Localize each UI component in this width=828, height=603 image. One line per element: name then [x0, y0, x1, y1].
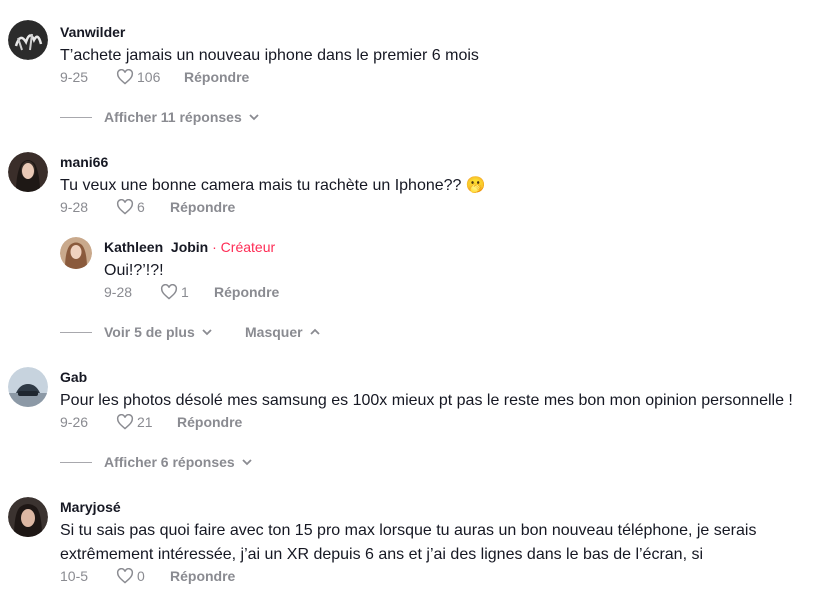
comment-text-line-2: extrêmement intéressée, j’ai un XR depui… [60, 546, 704, 563]
comment-date: 10-5 [60, 568, 89, 584]
thread-divider [60, 332, 92, 333]
thread-divider [60, 462, 92, 463]
like-count: 1 [181, 284, 189, 300]
avatar[interactable] [8, 497, 48, 537]
creator-badge: · Créateur [208, 239, 276, 255]
avatar[interactable] [8, 152, 48, 192]
hide-replies-button[interactable]: Masquer [245, 324, 321, 340]
reply-button[interactable]: Répondre [184, 69, 249, 85]
avatar[interactable] [8, 20, 48, 60]
reply-button[interactable]: Répondre [214, 284, 279, 300]
like-count: 106 [137, 69, 161, 85]
heart-icon [116, 568, 134, 584]
chevron-down-icon [202, 329, 212, 336]
comment-username[interactable]: Maryjosé [60, 499, 121, 515]
comment-date: 9-28 [60, 199, 89, 215]
like-button[interactable]: 6 [116, 199, 170, 215]
comment-username[interactable]: mani66 [60, 154, 108, 170]
like-button[interactable]: 0 [116, 568, 170, 584]
comment-text: T’achete jamais un nouveau iphone dans l… [60, 47, 479, 64]
reply-date: 9-28 [104, 284, 133, 300]
reply-username[interactable]: Kathleen Jobin · Créateur [104, 239, 275, 255]
like-button[interactable]: 21 [116, 414, 177, 430]
comment-meta: 10-5 0 Répondre [60, 568, 235, 584]
reply-text: Oui!?’!?! [104, 262, 164, 279]
comment-meta: 9-28 6 Répondre [60, 199, 235, 215]
show-replies-label: Afficher 6 réponses [104, 454, 235, 470]
comment-meta: 9-25 106 Répondre [60, 69, 249, 85]
comment-text-line-1: Si tu sais pas quoi faire avec ton 15 pr… [60, 522, 757, 539]
reply-button[interactable]: Répondre [177, 414, 242, 430]
like-button[interactable]: 106 [116, 69, 184, 85]
like-count: 0 [137, 568, 145, 584]
reply-author: Kathleen Jobin [104, 239, 209, 255]
show-replies-button[interactable]: Afficher 6 réponses [104, 454, 253, 470]
show-replies-button[interactable]: Afficher 11 réponses [104, 109, 260, 125]
reply-button[interactable]: Répondre [170, 568, 235, 584]
view-more-label: Voir 5 de plus [104, 324, 195, 340]
comment-text: Tu veux une bonne camera mais tu rachète… [60, 177, 486, 194]
heart-icon [116, 414, 134, 430]
avatar[interactable] [60, 237, 92, 269]
like-button[interactable]: 1 [160, 284, 214, 300]
reply-button[interactable]: Répondre [170, 199, 235, 215]
avatar[interactable] [8, 367, 48, 407]
heart-icon [116, 199, 134, 215]
comment-date: 9-26 [60, 414, 89, 430]
heart-icon [116, 69, 134, 85]
hide-replies-label: Masquer [245, 324, 303, 340]
chevron-up-icon [309, 328, 320, 335]
comment-text: Pour les photos désolé mes samsung es 10… [60, 392, 793, 409]
thread-divider [60, 117, 92, 118]
chevron-down-icon [249, 114, 259, 121]
comment-username[interactable]: Gab [60, 369, 87, 385]
like-count: 6 [137, 199, 145, 215]
view-more-button[interactable]: Voir 5 de plus [104, 324, 213, 340]
comment-date: 9-25 [60, 69, 89, 85]
comment-username[interactable]: Vanwilder [60, 24, 125, 40]
like-count: 21 [137, 414, 153, 430]
reply-meta: 9-28 1 Répondre [104, 284, 279, 300]
heart-icon [160, 284, 178, 300]
chevron-down-icon [242, 459, 252, 466]
comment-meta: 9-26 21 Répondre [60, 414, 242, 430]
show-replies-label: Afficher 11 réponses [104, 109, 242, 125]
